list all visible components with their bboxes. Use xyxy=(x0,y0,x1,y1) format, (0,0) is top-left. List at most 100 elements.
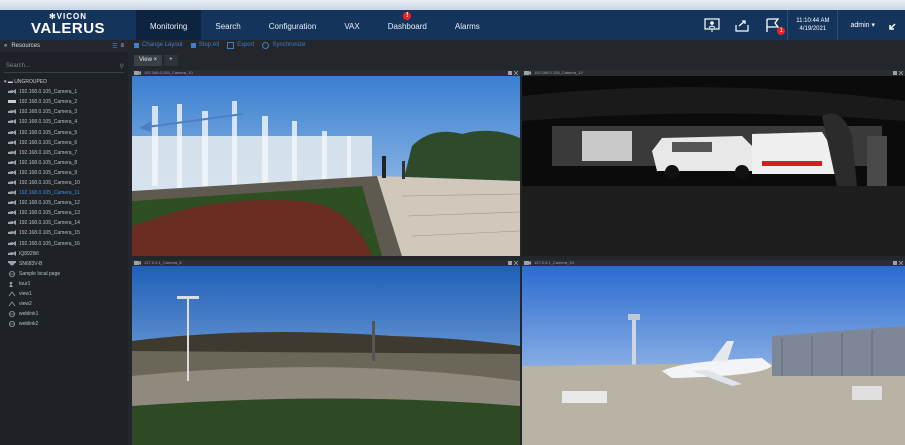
change-layout-label: Change Layout xyxy=(142,42,183,48)
add-view-button[interactable]: + xyxy=(164,55,178,66)
camera-icon xyxy=(8,159,16,166)
view-tabs: View × + xyxy=(128,54,905,66)
tab-dashboard[interactable]: ! Dashboard xyxy=(374,10,441,40)
monitor-person-icon[interactable] xyxy=(703,17,721,33)
video-tile-4[interactable]: 127.0.0.1_Camera_10 xyxy=(522,260,905,445)
change-layout-button[interactable]: Change Layout xyxy=(134,42,183,48)
sidebar-item[interactable]: 192.168.0.105_Camera_6 xyxy=(0,138,128,148)
sidebar-item[interactable]: 192.168.0.105_Camera_16 xyxy=(0,239,128,249)
sidebar-item[interactable]: Sample local page xyxy=(0,269,128,279)
camera-icon xyxy=(8,119,16,125)
stop-all-button[interactable]: Stop All xyxy=(190,42,219,48)
sidebar-title: Resources xyxy=(11,43,41,49)
group-label: UNGROUPED xyxy=(14,79,47,86)
camera-icon xyxy=(8,220,16,226)
sidebar-item[interactable]: 192.168.0.105_Camera_9 xyxy=(0,168,128,178)
synchronize-button[interactable]: Synchronize xyxy=(262,41,305,49)
sidebar-item-label: 192.168.0.105_Camera_2 xyxy=(19,99,78,106)
close-icon[interactable] xyxy=(893,261,903,265)
folder-icon: ▬ xyxy=(7,79,13,86)
tab-view[interactable]: View × xyxy=(134,55,163,66)
sidebar-item[interactable]: 192.168.0.105_Camera_1 xyxy=(0,87,128,97)
export-icon[interactable] xyxy=(733,17,751,33)
logo-valerus: VALERUS xyxy=(30,20,106,37)
view-icon xyxy=(8,291,16,297)
sidebar-item-label: 192.168.0.105_Camera_4 xyxy=(19,119,78,126)
sidebar-header: « Resources ☰ ≡ xyxy=(0,40,128,52)
tour-icon xyxy=(8,281,16,287)
monitoring-main: Change Layout Stop All Export Synchroniz… xyxy=(128,40,905,445)
group-ungrouped[interactable]: ▾ ▬ UNGROUPED xyxy=(0,77,128,87)
sidebar-item[interactable]: tour1 xyxy=(0,279,128,289)
sidebar-item[interactable]: IQ892WI xyxy=(0,249,128,259)
search-box[interactable]: Search... ⚲ xyxy=(4,60,124,73)
sidebar-item[interactable]: 192.168.0.105_Camera_12 xyxy=(0,198,128,208)
search-icon[interactable]: ⚲ xyxy=(120,63,124,70)
sidebar-item-label: 192.168.0.105_Camera_15 xyxy=(19,230,80,237)
tab-configuration[interactable]: Configuration xyxy=(255,10,331,40)
sidebar-item[interactable]: weblink2 xyxy=(0,319,128,329)
search-input[interactable]: Search... xyxy=(4,63,120,69)
sidebar-item-label: 192.168.0.105_Camera_7 xyxy=(19,149,78,156)
globe-icon xyxy=(8,321,16,328)
sidebar-item[interactable]: 192.168.0.105_Camera_10 xyxy=(0,178,128,188)
camera-icon xyxy=(8,230,16,236)
sidebar-item[interactable]: 192.168.0.105_Camera_15 xyxy=(0,228,128,238)
list-icon[interactable]: ≡ xyxy=(120,43,124,49)
notifications-button[interactable]: 1 xyxy=(763,17,786,35)
sidebar-item[interactable]: weblink1 xyxy=(0,309,128,319)
sidebar-item-label: 192.168.0.105_Camera_12 xyxy=(19,200,80,207)
collapse-chevron-icon[interactable]: « xyxy=(4,43,7,49)
airport-scene xyxy=(522,266,905,445)
sidebar-item[interactable]: 192.168.0.105_Camera_5 xyxy=(0,127,128,137)
sidebar-item-label: Sample local page xyxy=(19,270,61,277)
stop-icon xyxy=(190,42,196,48)
main-nav: Monitoring Search Configuration VAX ! Das… xyxy=(136,10,494,40)
sidebar-item-label: 192.168.0.105_Camera_3 xyxy=(19,109,78,116)
chevron-down-icon[interactable]: ▾ xyxy=(4,79,7,85)
sidebar-item-label: tour1 xyxy=(19,280,31,287)
sidebar-item-label: view1 xyxy=(19,291,32,298)
video-tile-1[interactable]: 192.168.0.105_Camera_10 xyxy=(132,70,520,256)
close-icon[interactable] xyxy=(508,261,518,265)
camera-icon xyxy=(8,179,16,186)
export-button[interactable]: Export xyxy=(227,41,254,49)
tab-search[interactable]: Search xyxy=(201,10,254,40)
export-small-icon xyxy=(227,41,235,49)
app-logo[interactable]: ✻VICON VALERUS xyxy=(0,10,136,40)
sidebar-item-label: 192.168.0.105_Camera_16 xyxy=(19,240,80,247)
resources-sidebar: « Resources ☰ ≡ Search... ⚲ ▾ ▬ UNGROUPE… xyxy=(0,40,128,445)
video-grid: 192.168.0.105_Camera_10 192.168.0.105_Ca… xyxy=(132,70,905,445)
sidebar-item[interactable]: 192.168.0.105_Camera_14 xyxy=(0,218,128,228)
filter-icon[interactable]: ☰ xyxy=(112,43,117,50)
sidebar-item[interactable]: view1 xyxy=(0,289,128,299)
close-icon[interactable] xyxy=(893,71,903,75)
video-tile-2[interactable]: 192.168.0.105_Camera_12 xyxy=(522,70,905,256)
sidebar-item[interactable]: 192.168.0.105_Camera_13 xyxy=(0,208,128,218)
collapse-icon[interactable] xyxy=(887,18,901,32)
sidebar-item-label: view2 xyxy=(19,301,32,308)
sidebar-item[interactable]: 192.168.0.105_Camera_4 xyxy=(0,117,128,127)
sidebar-item-label: SN683V-B xyxy=(19,260,43,267)
tile-label: 127.0.0.1_Camera_10 xyxy=(534,260,574,265)
sidebar-item[interactable]: SN683V-B xyxy=(0,259,128,269)
tab-vax[interactable]: VAX xyxy=(330,10,373,40)
sidebar-item[interactable]: 192.168.0.105_Camera_2 xyxy=(0,97,128,107)
sidebar-item[interactable]: 192.168.0.105_Camera_8 xyxy=(0,158,128,168)
camera-icon xyxy=(524,261,531,265)
tab-alarms[interactable]: Alarms xyxy=(441,10,494,40)
sidebar-item[interactable]: 192.168.0.105_Camera_3 xyxy=(0,107,128,117)
user-menu[interactable]: admin ▾ xyxy=(838,21,887,29)
sidebar-item-label: 192.168.0.105_Camera_10 xyxy=(19,179,80,186)
clock-time: 11:10:44 AM xyxy=(796,18,830,24)
video-tile-3[interactable]: 127.0.0.1_Camera_8 xyxy=(132,260,520,445)
sidebar-item[interactable]: view2 xyxy=(0,299,128,309)
annotation-arrow xyxy=(139,113,244,132)
sidebar-item[interactable]: 192.168.0.105_Camera_7 xyxy=(0,148,128,158)
top-bar: ✻VICON VALERUS Monitoring Search Configu… xyxy=(0,0,905,40)
notification-badge: 1 xyxy=(777,27,786,35)
sidebar-item-label: 192.168.0.105_Camera_14 xyxy=(19,220,80,227)
close-icon[interactable] xyxy=(508,71,518,75)
sidebar-item[interactable]: 192.168.0.105_Camera_11 xyxy=(0,188,128,198)
tab-monitoring[interactable]: Monitoring xyxy=(136,10,202,40)
